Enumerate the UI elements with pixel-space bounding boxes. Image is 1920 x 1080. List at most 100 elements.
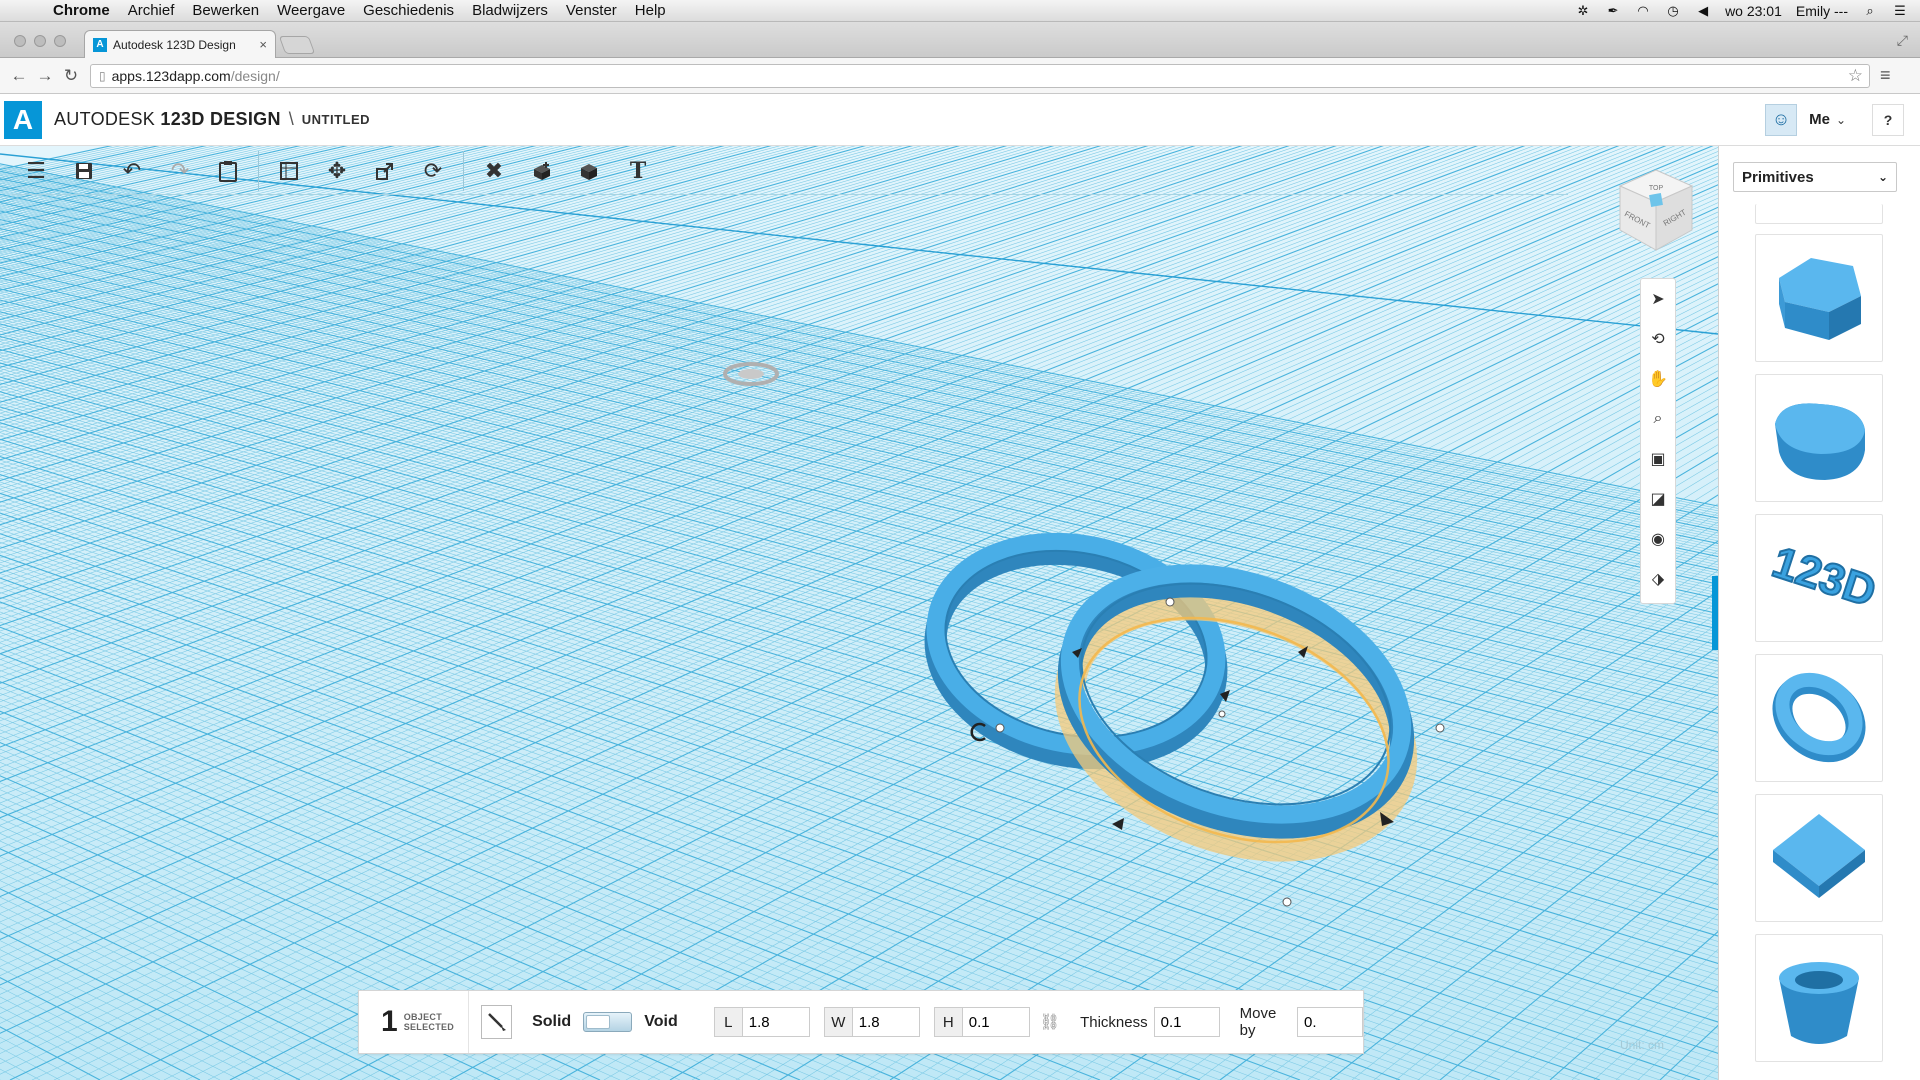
lock-proportions-icon[interactable]: ⛓ (1040, 1012, 1060, 1032)
orbit-button[interactable]: ⟲ (1641, 319, 1675, 359)
length-input[interactable] (741, 1007, 810, 1037)
refresh-tool-button[interactable]: ⟳ (409, 149, 457, 193)
text-tool-button[interactable]: T (614, 149, 662, 193)
text-3d-icon: 123D (1766, 536, 1877, 617)
user-name[interactable]: Me (1809, 111, 1830, 128)
bookmark-star-icon[interactable]: ☆ (1848, 66, 1863, 86)
polygon-prism-icon (1779, 258, 1861, 340)
viewcube-top-label[interactable]: TOP (1649, 185, 1664, 192)
toolbar-divider (12, 194, 1568, 195)
help-button[interactable]: ? (1872, 103, 1904, 136)
primitive-tile-partial[interactable] (1755, 204, 1883, 224)
window-close-button[interactable] (14, 35, 26, 47)
paste-button[interactable] (204, 149, 252, 193)
torus-icon (1772, 672, 1866, 763)
fullscreen-icon[interactable]: ⤢ (1897, 32, 1908, 49)
height-input[interactable] (961, 1007, 1030, 1037)
zoom-button[interactable]: ⌕ (1641, 399, 1675, 439)
browser-tab[interactable]: A Autodesk 123D Design × (84, 30, 276, 58)
main-toolbar: ☰ ↶ ↷ ✥ ⟳ ✖ T (0, 146, 1570, 196)
menu-archief[interactable]: Archief (119, 2, 184, 19)
primitive-text-123d[interactable]: 123D (1755, 514, 1883, 642)
redo-button[interactable]: ↷ (156, 149, 204, 193)
width-input[interactable] (851, 1007, 920, 1037)
menu-app-chrome[interactable]: Chrome (44, 2, 119, 19)
window-zoom-button[interactable] (54, 35, 66, 47)
user-avatar-icon[interactable]: ☺ (1765, 103, 1798, 136)
tab-close-icon[interactable]: × (259, 37, 267, 52)
visibility-button[interactable]: ◉ (1641, 519, 1675, 559)
3d-viewport[interactable] (0, 146, 1718, 1080)
selection-count: 1 OBJECT SELECTED (359, 991, 470, 1053)
primitive-torus[interactable] (1755, 654, 1883, 782)
reload-icon[interactable]: ↻ (58, 66, 84, 86)
grid-plane[interactable] (0, 146, 1718, 1080)
menu-help[interactable]: Help (626, 2, 675, 19)
primitive-polygon[interactable] (1755, 234, 1883, 362)
notification-center-icon[interactable]: ☰ (1892, 3, 1908, 18)
volume-icon[interactable]: ◀ (1695, 3, 1711, 18)
menubar-clock[interactable]: wo 23:01 (1725, 3, 1782, 19)
view-cube[interactable]: TOP FRONT RIGHT (1618, 168, 1694, 252)
back-icon[interactable]: ← (6, 66, 32, 86)
thickness-input[interactable] (1153, 1007, 1220, 1037)
material-button[interactable] (481, 1005, 513, 1039)
save-button[interactable] (60, 149, 108, 193)
select-tool-button[interactable]: ➤ (1641, 279, 1675, 319)
pan-button[interactable]: ✋ (1641, 359, 1675, 399)
solid-label: Solid (532, 1013, 572, 1030)
tube-icon (1779, 962, 1859, 1044)
fit-to-window-icon: ▣ (1650, 451, 1666, 468)
time-machine-icon[interactable]: ◷ (1665, 3, 1681, 18)
text-icon: T (629, 158, 647, 184)
material-view-button[interactable]: ⬗ (1641, 559, 1675, 599)
solid-void-toggle[interactable] (583, 1012, 633, 1032)
menu-bladwijzers[interactable]: Bladwijzers (463, 2, 557, 19)
browser-tab-title: Autodesk 123D Design (113, 37, 236, 52)
menu-weergave[interactable]: Weergave (268, 2, 354, 19)
wifi-icon[interactable]: ◠ (1635, 3, 1651, 18)
spotlight-icon[interactable]: ⌕ (1862, 3, 1878, 18)
undo-button[interactable]: ↶ (108, 149, 156, 193)
menu-venster[interactable]: Venster (557, 2, 626, 19)
main-menu-button[interactable]: ☰ (12, 149, 60, 193)
primitives-tool-button[interactable] (265, 149, 313, 193)
chrome-menu-icon[interactable]: ≡ (1880, 65, 1891, 86)
user-menu[interactable]: ☺ Me ⌄ (1765, 103, 1846, 136)
move-icon: ✥ (327, 158, 347, 183)
move-tool-button[interactable]: ✥ (313, 149, 361, 193)
chevron-down-icon[interactable]: ⌄ (1836, 113, 1846, 127)
window-minimize-button[interactable] (34, 35, 46, 47)
bluetooth-icon[interactable]: ✲ (1575, 3, 1591, 18)
selection-count-label-line1: OBJECT (403, 1012, 442, 1022)
combine-tool-button[interactable] (566, 149, 614, 193)
move-by-input[interactable] (1297, 1007, 1363, 1037)
zoom-selected-button[interactable]: ◪ (1641, 479, 1675, 519)
document-title[interactable]: UNTITLED (302, 112, 370, 127)
unit-label: Unit: cm (1620, 1038, 1665, 1052)
address-bar[interactable]: ▯ apps.123dapp.com/design/ ☆ (90, 63, 1870, 88)
primitives-dropdown[interactable]: Primitives ⌄ (1733, 162, 1897, 192)
forward-icon[interactable]: → (32, 66, 58, 86)
brand-product: 123D DESIGN (160, 109, 281, 129)
construct-tool-button[interactable] (518, 149, 566, 193)
title-separator: \ (288, 109, 294, 129)
orbit-icon: ⟲ (1651, 331, 1665, 348)
modify-tool-button[interactable]: ✖ (470, 149, 518, 193)
primitive-half-cylinder[interactable] (1755, 374, 1883, 502)
width-field-group: W (823, 1007, 920, 1037)
scale-tool-button[interactable] (361, 149, 409, 193)
primitive-tube[interactable] (1755, 934, 1883, 1062)
pen-icon[interactable]: ✒ (1605, 3, 1621, 18)
app-header: A AUTODESK 123D DESIGN \ UNTITLED ☺ Me ⌄… (0, 94, 1920, 146)
material-icon: ⬗ (1651, 571, 1665, 588)
autodesk-logo-icon[interactable]: A (4, 100, 42, 139)
toolbar-separator (258, 151, 259, 191)
menu-bewerken[interactable]: Bewerken (183, 2, 268, 19)
menubar-user[interactable]: Emily --- (1796, 3, 1848, 19)
primitive-wedge[interactable] (1755, 794, 1883, 922)
menu-geschiedenis[interactable]: Geschiedenis (354, 2, 463, 19)
thickness-label: Thickness (1080, 1013, 1148, 1031)
fit-button[interactable]: ▣ (1641, 439, 1675, 479)
new-tab-button[interactable] (278, 36, 316, 54)
